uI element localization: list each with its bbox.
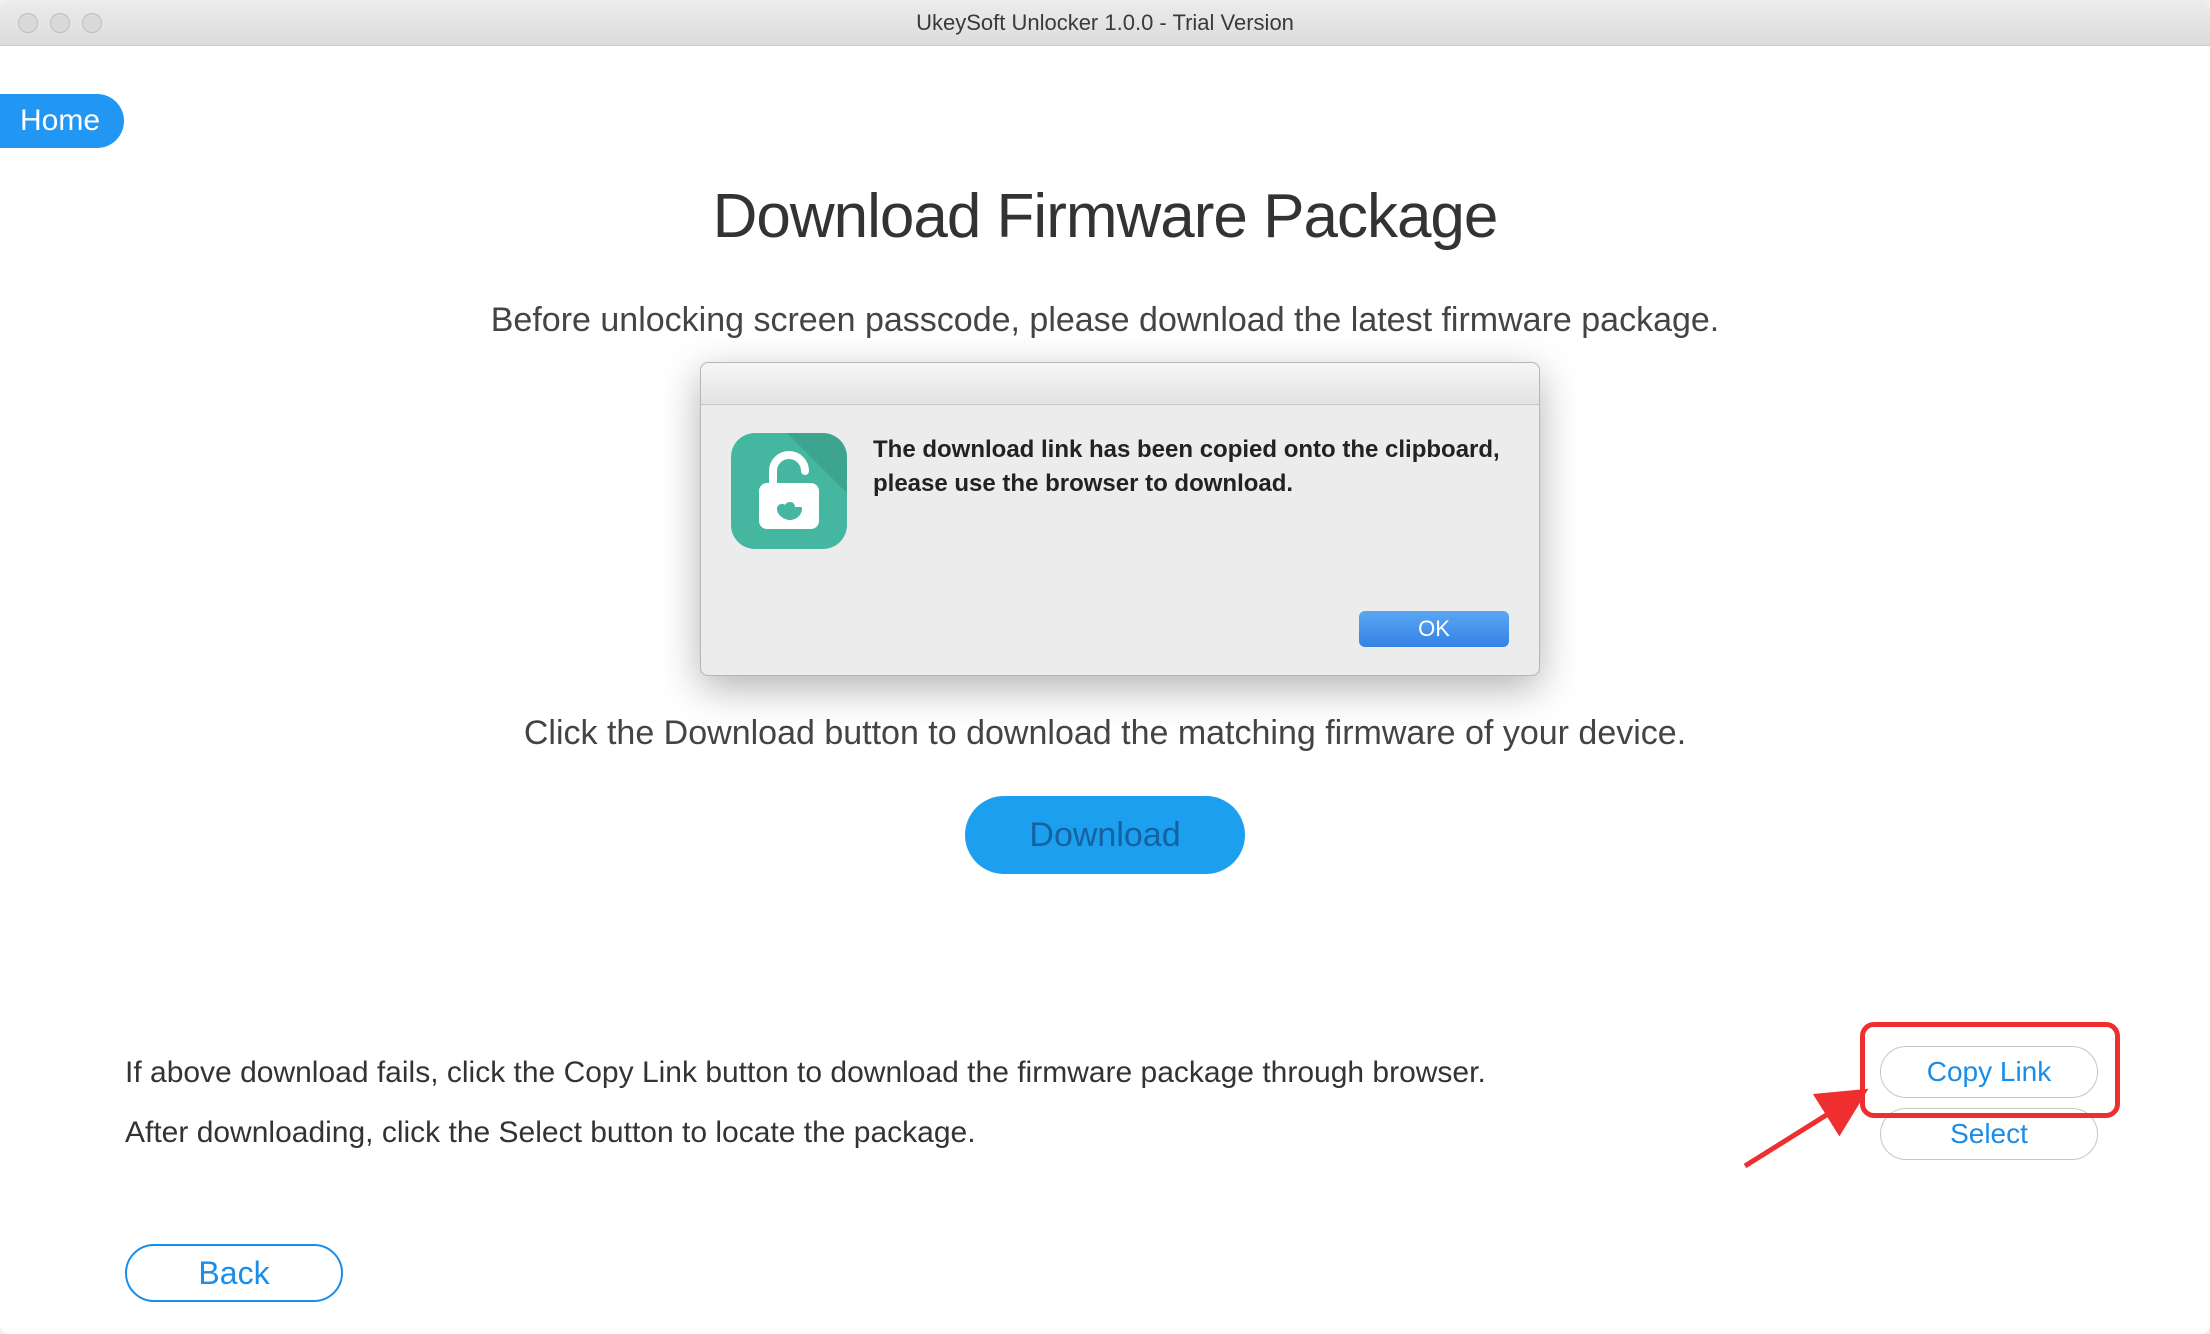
download-button[interactable]: Download <box>965 796 1245 874</box>
minimize-window-icon[interactable] <box>50 13 70 33</box>
dialog-message: The download link has been copied onto t… <box>873 433 1509 549</box>
dialog-ok-button[interactable]: OK <box>1359 611 1509 647</box>
page-title: Download Firmware Package <box>713 181 1498 252</box>
fallback-text-copylink: If above download fails, click the Copy … <box>125 1056 1486 1090</box>
dialog-body: The download link has been copied onto t… <box>701 405 1539 559</box>
maximize-window-icon[interactable] <box>82 13 102 33</box>
titlebar: UkeySoft Unlocker 1.0.0 - Trial Version <box>0 0 2210 46</box>
dialog-titlebar <box>701 363 1539 405</box>
fallback-text-select: After downloading, click the Select butt… <box>125 1116 976 1150</box>
window-title: UkeySoft Unlocker 1.0.0 - Trial Version <box>916 10 1294 36</box>
app-window: UkeySoft Unlocker 1.0.0 - Trial Version … <box>0 0 2210 1334</box>
content-area: Home Download Firmware Package Before un… <box>0 46 2210 1334</box>
window-controls <box>18 13 102 33</box>
home-tab[interactable]: Home <box>0 94 124 148</box>
annotation-arrow-icon <box>1740 1086 1880 1176</box>
close-window-icon[interactable] <box>18 13 38 33</box>
back-button[interactable]: Back <box>125 1244 343 1302</box>
clipboard-dialog: The download link has been copied onto t… <box>700 362 1540 676</box>
page-subtitle: Before unlocking screen passcode, please… <box>491 301 1720 340</box>
select-button[interactable]: Select <box>1880 1108 2098 1160</box>
download-instruction: Click the Download button to download th… <box>524 714 1686 753</box>
copy-link-button[interactable]: Copy Link <box>1880 1046 2098 1098</box>
app-lock-icon <box>731 433 847 549</box>
